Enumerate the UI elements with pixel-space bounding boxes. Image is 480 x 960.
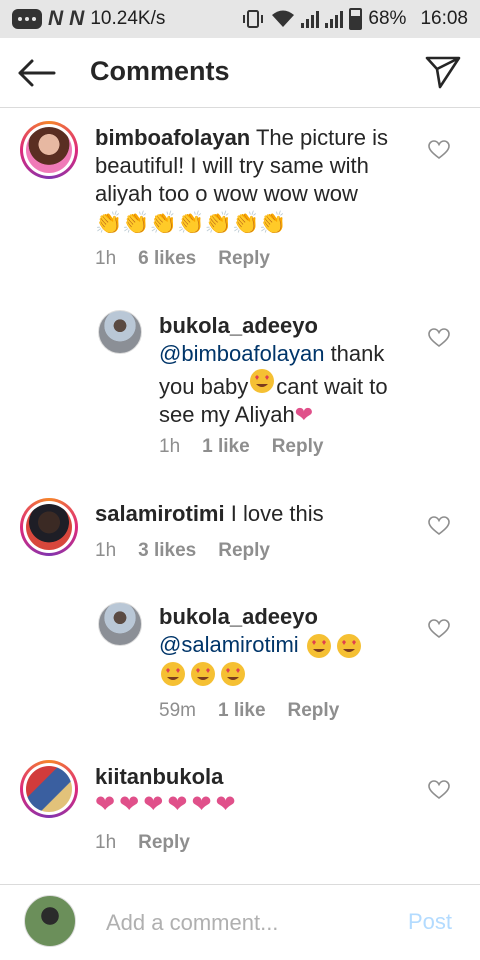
comment-meta: 59m 1 like Reply [159,700,339,722]
message-notification-icon [12,9,42,29]
comment-body: kiitanbukola ❤❤❤❤❤❤ [95,763,415,819]
page-title: Comments [90,56,230,86]
comment-time: 1h [95,540,117,561]
likes-count[interactable]: 6 likes [138,248,196,270]
reply-button[interactable]: Reply [138,832,190,854]
back-arrow-icon[interactable] [16,56,56,90]
signal-icon-2 [325,10,344,28]
clock: 16:08 [420,8,468,29]
mention-link[interactable]: @bimboafolayan [159,341,324,366]
like-heart-icon[interactable] [428,328,450,348]
avatar[interactable] [26,127,72,173]
my-avatar[interactable] [24,895,76,947]
like-heart-icon[interactable] [428,619,450,639]
comment-username[interactable]: bukola_adeeyo [159,312,409,340]
avatar[interactable] [26,766,72,812]
n-notification-icon: N [48,7,64,30]
battery-percent: 68% [368,8,407,29]
comment-meta: 1h 3 likes Reply [95,540,270,562]
avatar[interactable] [98,602,142,646]
comment-username[interactable]: kiitanbukola [95,763,415,791]
reply-button[interactable]: Reply [288,700,340,722]
comment-composer: Post [0,884,480,960]
reply-button[interactable]: Reply [218,540,270,562]
pink-hearts-emojis: ❤❤❤❤❤❤ [95,791,240,818]
avatar[interactable] [26,504,72,550]
wifi-icon [272,10,295,27]
post-button[interactable]: Post [408,909,452,935]
comment-meta: 1h Reply [95,832,190,854]
mention-link[interactable]: @salamirotimi [159,632,299,657]
heart-eyes-emoji [161,662,185,687]
comment-body: bimboafolayan The picture is beautiful! … [95,124,415,237]
reply-button[interactable]: Reply [218,248,270,270]
likes-count[interactable]: 1 like [218,700,266,722]
network-speed: 10.24K/s [90,8,166,29]
heart-eyes-emoji [306,634,331,659]
comment-body: bukola_adeeyo @bimboafolayan thank you b… [159,312,409,429]
heart-eyes-emoji [221,662,245,687]
vibrate-icon [243,10,264,28]
heart-eyes-emoji [250,369,275,393]
comment-time: 1h [95,832,117,853]
battery-icon [349,8,363,30]
n-notification-icon-2: N [69,7,85,30]
likes-count[interactable]: 3 likes [138,540,196,562]
heart-eyes-emoji [336,634,361,659]
reply-button[interactable]: Reply [272,436,324,458]
signal-icon [301,10,320,28]
add-comment-input[interactable] [106,907,396,939]
like-heart-icon[interactable] [428,780,450,800]
comment-body: bukola_adeeyo @salamirotimi [159,603,409,687]
header: Comments [0,38,480,108]
like-heart-icon[interactable] [428,516,450,536]
status-bar: N N 10.24K/s 68% 16:08 [0,0,480,38]
comment-text: I love this [230,501,324,526]
like-heart-icon[interactable] [428,140,450,160]
pink-heart-emoji: ❤ [294,402,314,427]
comment-username[interactable]: bimboafolayan [95,125,250,150]
heart-eyes-emojis-row-2 [159,661,247,687]
likes-count[interactable]: 1 like [202,436,250,458]
comment-body: salamirotimi I love this [95,500,415,528]
heart-eyes-emoji [191,662,215,687]
direct-send-icon[interactable] [424,54,462,90]
comment-meta: 1h 6 likes Reply [95,248,270,270]
comment-time: 1h [159,436,181,457]
heart-eyes-emojis [305,633,363,659]
comment-username[interactable]: salamirotimi [95,501,225,526]
comment-time: 1h [95,248,117,269]
avatar[interactable] [98,310,142,354]
comment-meta: 1h 1 like Reply [159,436,323,458]
clap-emojis: 👏👏👏👏👏👏👏 [95,210,287,236]
comment-username[interactable]: bukola_adeeyo [159,603,409,631]
comment-time: 59m [159,700,196,721]
